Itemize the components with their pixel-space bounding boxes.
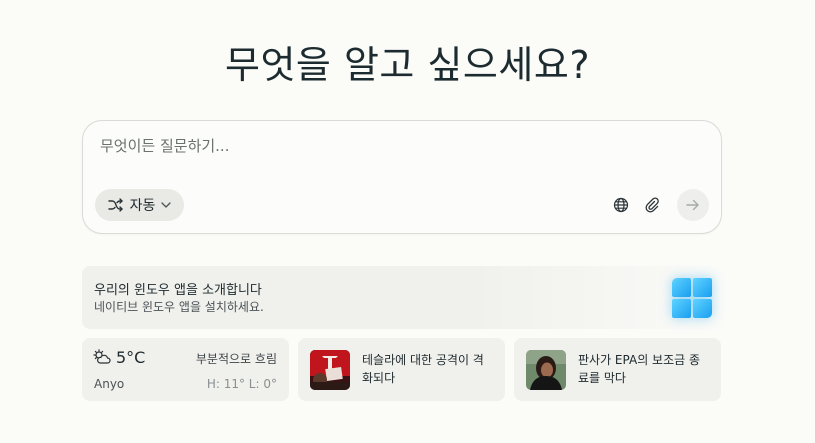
page-title: 무엇을 알고 싶으세요? <box>225 43 590 87</box>
weather-high-low: H: 11° L: 0° <box>206 377 277 391</box>
chevron-down-icon <box>161 202 172 208</box>
weather-temperature: 5°C <box>116 348 146 367</box>
promo-title: 우리의 윈도우 앱을 소개합니다 <box>94 283 262 298</box>
news-headline: 테슬라에 대한 공격이 격화되다 <box>362 353 484 385</box>
news-card[interactable]: 판사가 EPA의 보조금 종료를 막다 <box>514 338 721 401</box>
globe-icon[interactable] <box>611 195 631 215</box>
news-thumbnail <box>310 350 350 390</box>
news-headline: 판사가 EPA의 보조금 종료를 막다 <box>578 353 701 385</box>
weather-card[interactable]: 5°C 부분적으로 흐림 Anyo H: 11° L: 0° <box>82 338 289 401</box>
paperclip-icon[interactable] <box>642 195 662 215</box>
weather-location: Anyo <box>94 377 125 391</box>
mode-selector-button[interactable]: 자동 <box>95 189 184 221</box>
weather-condition: 부분적으로 흐림 <box>195 352 277 366</box>
partly-cloudy-icon <box>93 349 111 369</box>
shuffle-icon <box>107 198 124 212</box>
search-input[interactable]: 무엇이든 질문하기... <box>100 135 229 156</box>
search-composer[interactable]: 무엇이든 질문하기... 자동 <box>82 120 722 234</box>
arrow-right-icon <box>686 196 700 215</box>
windows-app-promo[interactable]: 우리의 윈도우 앱을 소개합니다 네이티브 윈도우 앱을 설치하세요. <box>82 266 722 329</box>
promo-subtitle: 네이티브 윈도우 앱을 설치하세요. <box>94 300 264 314</box>
news-thumbnail <box>526 350 566 390</box>
windows-logo-icon <box>672 278 712 318</box>
send-button[interactable] <box>677 189 709 221</box>
news-card[interactable]: 테슬라에 대한 공격이 격화되다 <box>298 338 505 401</box>
mode-label: 자동 <box>129 198 156 214</box>
